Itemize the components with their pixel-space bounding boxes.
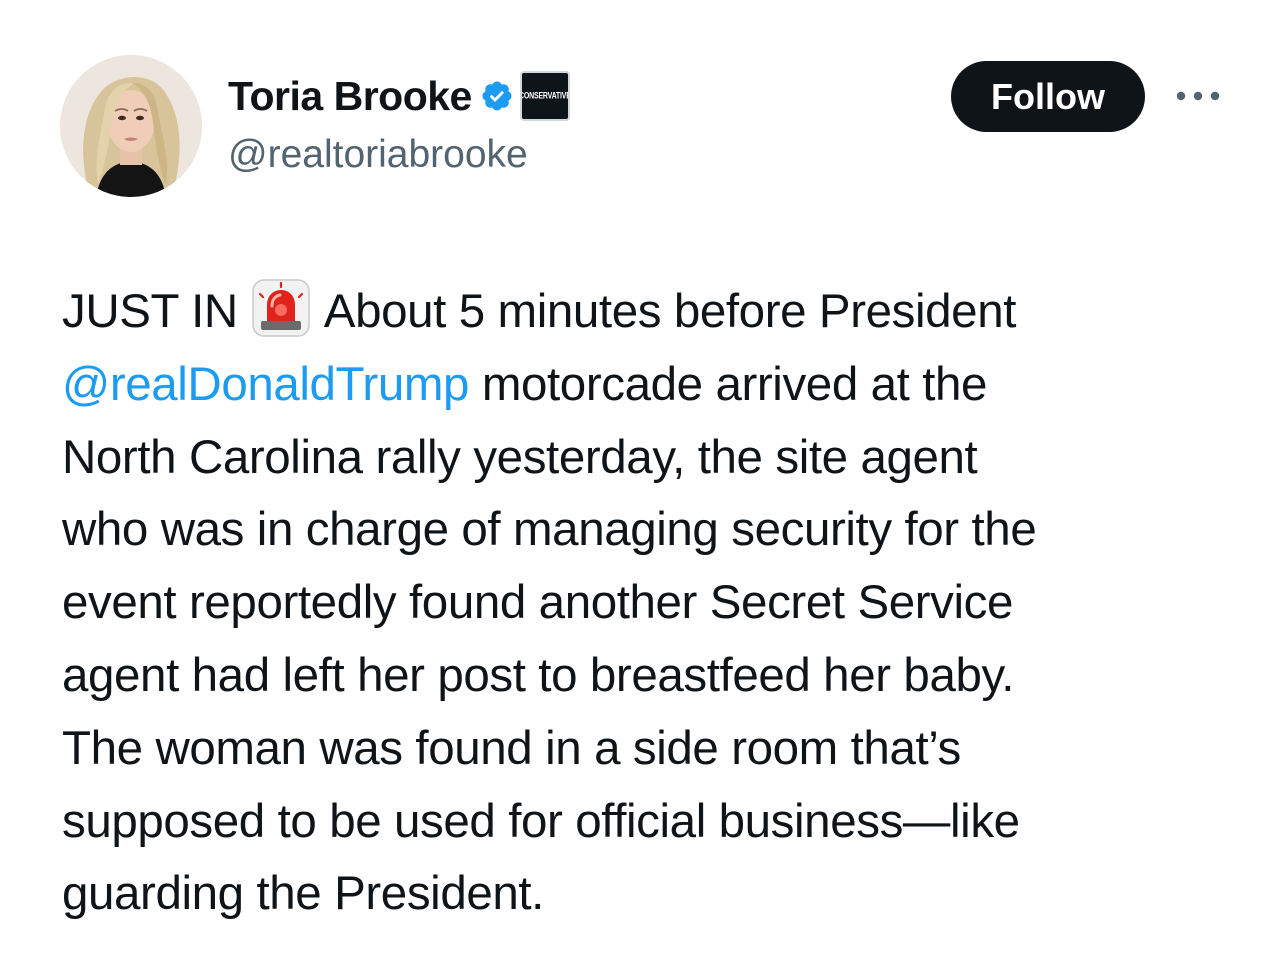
tweet-line-2: @realDonaldTrump motorcade arrived at th… xyxy=(62,349,1262,422)
tweet-text-segment: motorcade arrived at the xyxy=(469,357,988,411)
display-name[interactable]: Toria Brooke xyxy=(228,73,472,120)
author-name-row: Toria Brooke CONSERVATIVE xyxy=(228,68,570,124)
tweet-line-9: guarding the President. xyxy=(62,867,544,921)
avatar[interactable] xyxy=(60,55,202,197)
tweet-line-4: who was in charge of managing security f… xyxy=(62,503,1037,557)
tweet-text-segment: JUST IN xyxy=(62,285,238,338)
affiliation-badge[interactable]: CONSERVATIVE xyxy=(519,71,570,121)
author-handle[interactable]: @realtoriabrooke xyxy=(228,133,528,177)
affiliation-badge-text: CONSERVATIVE xyxy=(519,91,570,101)
profile-avatar-icon xyxy=(60,55,202,197)
tweet-line-5: event reportedly found another Secret Se… xyxy=(62,576,1014,630)
tweet-line-6: agent had left her post to breastfeed he… xyxy=(62,648,1015,702)
tweet-text: JUST IN About 5 minutes before President… xyxy=(62,276,1262,931)
police-siren-icon xyxy=(252,279,310,337)
tweet-line-8: supposed to be used for official busines… xyxy=(62,794,1020,848)
follow-button[interactable]: Follow xyxy=(951,61,1145,132)
tweet-line-7: The woman was found in a side room that’… xyxy=(62,721,961,775)
verified-checkmark-icon[interactable] xyxy=(480,79,514,113)
tweet-header: Toria Brooke CONSERVATIVE @realtoriabroo… xyxy=(0,0,1284,230)
tweet-line-3: North Carolina rally yesterday, the site… xyxy=(62,430,978,484)
tweet-line-1: JUST IN About 5 minutes before President xyxy=(62,276,1262,349)
more-options-icon[interactable] xyxy=(1170,78,1226,114)
mention-link[interactable]: @realDonaldTrump xyxy=(62,358,469,411)
tweet-text-segment: About 5 minutes before President xyxy=(323,285,1017,338)
